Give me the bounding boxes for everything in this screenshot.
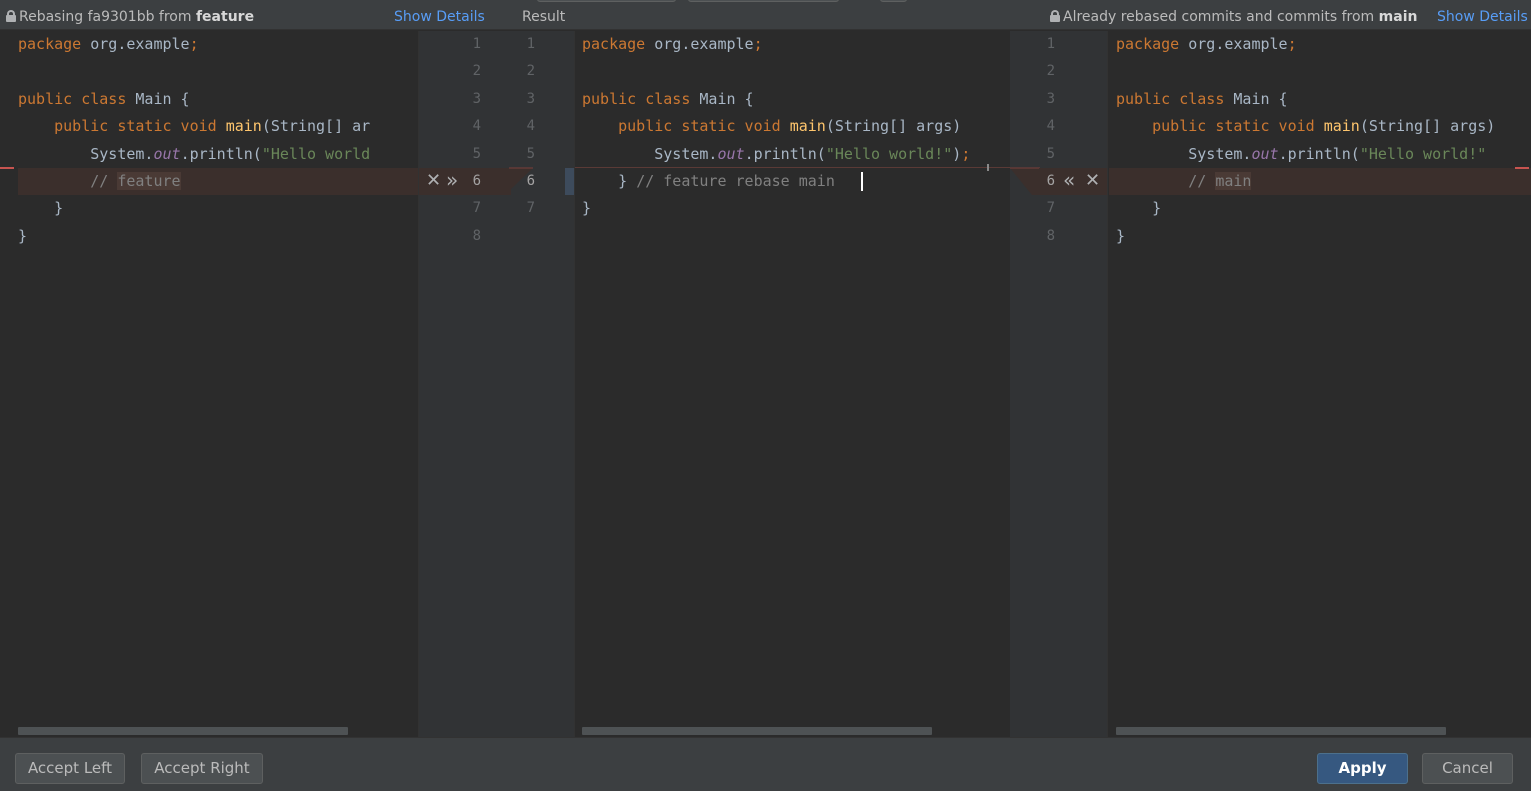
- accept-left-button[interactable]: Accept Left: [15, 753, 125, 784]
- double-chevron-left-icon[interactable]: «: [1063, 170, 1075, 190]
- result-line-number: 3: [526, 91, 535, 107]
- right-pane-title: Already rebased commits and commits from…: [1050, 8, 1417, 26]
- result-line-number: 1: [526, 36, 535, 52]
- left-show-details-link[interactable]: Show Details: [394, 8, 485, 26]
- right-show-details-link[interactable]: Show Details: [1437, 8, 1528, 26]
- result-line-number: 7: [526, 200, 535, 216]
- left-pane-title: Rebasing fa9301bb from feature: [6, 8, 254, 26]
- close-icon[interactable]: ✕: [426, 172, 441, 190]
- code-line: package org.example;: [582, 35, 763, 53]
- toolbar-dropdown[interactable]: [688, 0, 839, 2]
- code-line: }: [1116, 227, 1126, 245]
- right-line-number: 6: [1046, 173, 1055, 189]
- left-branch-name: feature: [195, 9, 255, 25]
- left-line-number: 4: [472, 118, 481, 134]
- change-stripe: [565, 168, 574, 195]
- right-branch-name: main: [1378, 9, 1418, 25]
- left-line-number: 7: [472, 200, 481, 216]
- toolbar-dropdown[interactable]: [537, 0, 676, 2]
- conflict-line: // feature: [18, 168, 418, 195]
- right-line-number: 1: [1046, 36, 1055, 52]
- code-line: System.out.println("Hello world: [90, 145, 371, 163]
- left-line-number: 8: [472, 228, 481, 244]
- right-merge-gutter: 1 2 3 4 5 6 7 8 « ✕: [1010, 31, 1108, 737]
- code-line: System.out.println("Hello world!": [1188, 145, 1487, 163]
- lock-icon: [1050, 10, 1060, 22]
- accept-right-button[interactable]: Accept Right: [141, 753, 263, 784]
- left-merge-gutter: 1 2 3 4 5 6 7 8 ✕ » 1 2 3 4 5 6 7: [418, 31, 575, 737]
- toolbar-button[interactable]: [880, 0, 907, 2]
- left-line-number: 1: [472, 36, 481, 52]
- code-line: public static void main(String[] ar: [54, 117, 371, 135]
- merge-header: Rebasing fa9301bb from feature Show Deta…: [0, 0, 1531, 30]
- text-caret: [861, 172, 863, 191]
- change-marker: [1515, 167, 1529, 169]
- right-line-number: 4: [1046, 118, 1055, 134]
- code-line: package org.example;: [1116, 35, 1297, 53]
- code-line: public class Main {: [18, 90, 190, 108]
- code-line: public static void main(String[] args): [1152, 117, 1496, 135]
- edited-line[interactable]: } // feature rebase main: [575, 168, 1010, 195]
- right-editor[interactable]: package org.example; public class Main {…: [1109, 31, 1531, 737]
- code-line: package org.example;: [18, 35, 199, 53]
- conflict-change: main: [1215, 172, 1252, 190]
- code-line: }: [18, 227, 28, 245]
- right-line-number: 7: [1046, 200, 1055, 216]
- horizontal-scrollbar[interactable]: [18, 727, 348, 735]
- conflict-change: feature: [117, 172, 181, 190]
- result-editor[interactable]: package org.example; public class Main {…: [575, 31, 1010, 737]
- close-icon[interactable]: ✕: [1085, 172, 1100, 190]
- result-line-number: 2: [526, 63, 535, 79]
- right-line-number: 3: [1046, 91, 1055, 107]
- right-line-number: 5: [1046, 146, 1055, 162]
- result-line-number: 5: [526, 146, 535, 162]
- double-chevron-right-icon[interactable]: »: [446, 170, 458, 190]
- apply-button[interactable]: Apply: [1317, 753, 1408, 784]
- code-line: public static void main(String[] args): [618, 117, 962, 135]
- result-pane-title: Result: [522, 9, 566, 25]
- horizontal-scrollbar[interactable]: [582, 727, 932, 735]
- cancel-button[interactable]: Cancel: [1422, 753, 1513, 784]
- left-editor[interactable]: package org.example; public class Main {…: [0, 31, 418, 737]
- code-line: public class Main {: [1116, 90, 1288, 108]
- left-line-number: 5: [472, 146, 481, 162]
- scroll-marker: [987, 164, 989, 171]
- lock-icon: [6, 10, 16, 22]
- left-line-number: 2: [472, 63, 481, 79]
- horizontal-scrollbar[interactable]: [1116, 727, 1446, 735]
- code-line: }: [1116, 199, 1162, 217]
- result-line-number: 4: [526, 118, 535, 134]
- left-line-number: 3: [472, 91, 481, 107]
- change-marker: [0, 167, 14, 169]
- result-line-number: 6: [526, 173, 535, 189]
- code-line: System.out.println("Hello world!");: [654, 145, 971, 163]
- code-line: }: [582, 199, 592, 217]
- right-line-number: 8: [1046, 228, 1055, 244]
- code-line: }: [18, 199, 64, 217]
- action-bar: Accept Left Accept Right Apply Cancel: [0, 737, 1531, 791]
- code-line: public class Main {: [582, 90, 754, 108]
- conflict-line: // main: [1109, 168, 1531, 195]
- right-line-number: 2: [1046, 63, 1055, 79]
